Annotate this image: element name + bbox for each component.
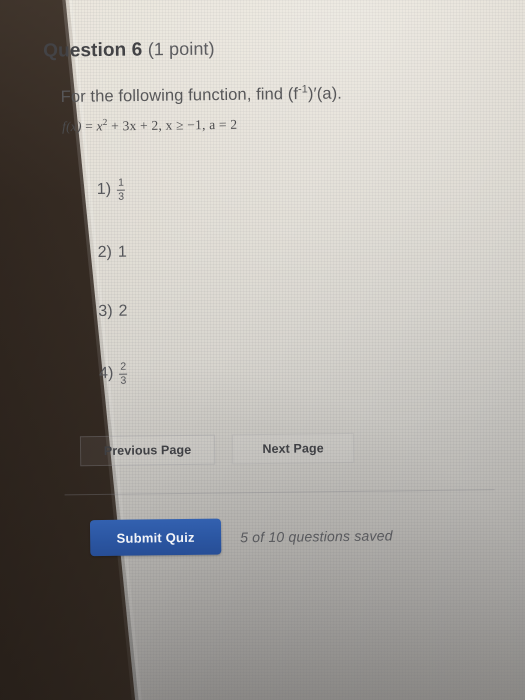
answer-option-3-value: 2 <box>118 302 128 320</box>
question-header: Question 6 (1 point) <box>43 39 215 63</box>
answer-option-4-fraction: 2 3 <box>119 360 128 387</box>
answer-option-3[interactable]: 3) 2 <box>98 303 127 321</box>
answer-option-4-label: 4) <box>99 364 114 383</box>
question-number: Question 6 <box>43 39 143 62</box>
previous-page-button[interactable]: Previous Page <box>79 434 216 467</box>
prompt-suffix: )′(a). <box>307 84 343 103</box>
answer-option-4-denominator: 3 <box>119 373 128 387</box>
answer-option-2-value: 1 <box>117 243 127 261</box>
answer-option-2-label: 2) <box>97 243 112 262</box>
saved-status-text: 5 of 10 questions saved <box>240 527 393 546</box>
answer-option-4-numerator: 2 <box>120 360 127 373</box>
question-equation: f(x) = x2 + 3x + 2, x ≥ −1, a = 2 <box>62 115 237 135</box>
equation-equals: = <box>81 118 97 134</box>
answer-option-1-denominator: 3 <box>117 189 126 203</box>
submit-quiz-button[interactable]: Submit Quiz <box>89 518 222 557</box>
laptop-screen-photo: Question 6 (1 point) For the following f… <box>0 0 525 700</box>
next-page-button[interactable]: Next Page <box>231 432 355 465</box>
footer-divider <box>64 489 495 496</box>
quiz-page-content: Question 6 (1 point) For the following f… <box>0 0 525 700</box>
question-points: (1 point) <box>147 38 215 60</box>
answer-option-1-numerator: 1 <box>117 176 124 189</box>
answer-option-1-label: 1) <box>96 180 112 199</box>
equation-remainder: + 3x + 2, x ≥ −1, a = 2 <box>107 116 238 134</box>
answer-option-1[interactable]: 1) 1 3 <box>96 176 126 203</box>
question-prompt: For the following function, find (f-1)′(… <box>61 83 342 107</box>
prompt-prefix: For the following function, find (f <box>60 85 299 106</box>
answer-option-1-fraction: 1 3 <box>117 176 126 203</box>
answer-option-4[interactable]: 4) 2 3 <box>99 360 128 387</box>
equation-argument: (x) <box>65 118 82 134</box>
answer-option-3-label: 3) <box>98 302 113 321</box>
answer-option-2[interactable]: 2) 1 <box>98 244 127 262</box>
prompt-inverse-exponent: -1 <box>297 83 308 96</box>
